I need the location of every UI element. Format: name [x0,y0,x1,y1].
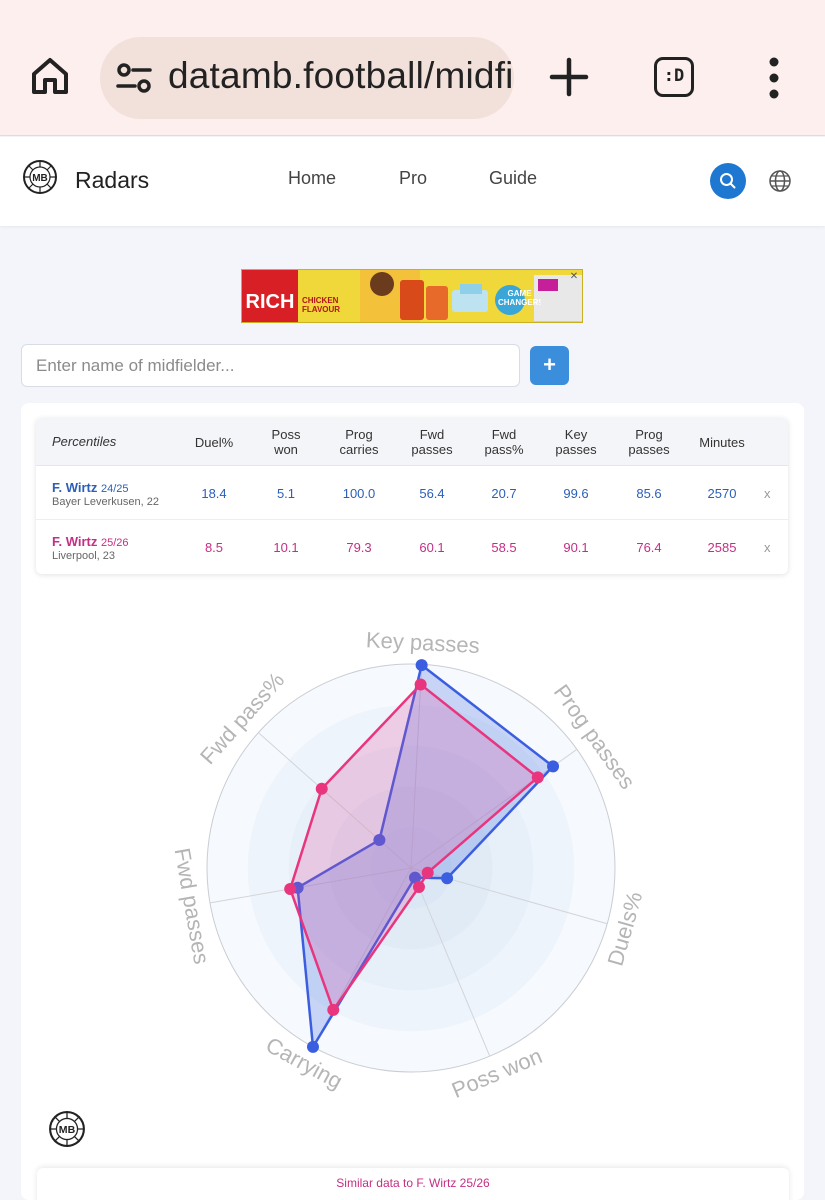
site-settings-icon[interactable] [116,61,152,95]
radar-data-point [414,678,427,691]
globe-icon[interactable] [768,169,792,193]
ad-artwork [360,270,582,322]
ad-banner[interactable]: RICH CHICKEN FLAVOUR GAME CHANGER! ✕ [241,269,583,323]
search-button[interactable] [710,163,746,199]
more-menu-icon[interactable] [764,56,784,100]
player-team: Bayer Leverkusen, 22 [52,496,160,508]
player-team: Liverpool, 23 [52,550,115,562]
radar-axis-label: Key passes [365,627,480,658]
percentiles-table: Percentiles Duel% Poss won Prog carries … [36,418,788,574]
percentiles-header: Percentiles [52,434,117,449]
cell-duel: 18.4 [201,486,227,501]
cell-poss-won: 10.1 [273,540,299,555]
radar-data-point [421,866,434,879]
remove-player-button[interactable]: x [764,467,771,520]
mb-logo-icon: MB [49,1111,85,1147]
ad-tagline: CHICKEN FLAVOUR [302,296,341,314]
player-name[interactable]: F. Wirtz 25/26 [52,534,129,549]
table-row: F. Wirtz 25/26 Liverpool, 23 8.5 10.1 79… [36,521,788,574]
table-header: Percentiles Duel% Poss won Prog carries … [36,418,788,466]
radar-data-point [327,1003,340,1016]
cell-prog-carries: 79.3 [346,540,372,555]
home-icon[interactable] [28,54,72,98]
col-duel[interactable]: Duel% [186,418,242,466]
svg-text:MB: MB [59,1124,76,1136]
ad-badge: GAME CHANGER! [498,289,542,307]
table-row: F. Wirtz 24/25 Bayer Leverkusen, 22 18.4… [36,467,788,520]
col-key-passes[interactable]: Key passes [550,418,602,466]
radar-chart: Key passesProg passesDuels%Poss wonCarry… [170,627,648,1103]
cell-fwd-pass-pct: 58.5 [491,540,517,555]
cell-fwd-pass-pct: 20.7 [491,486,517,501]
cell-prog-passes: 76.4 [636,540,662,555]
radar-data-point [284,882,297,895]
cell-key-passes: 99.6 [563,486,589,501]
cell-minutes: 2570 [707,486,737,501]
midfielder-search-input[interactable] [21,344,520,387]
address-bar[interactable]: datamb.football/midfie [100,37,514,119]
radar-data-point [441,872,454,885]
nav-pro[interactable]: Pro [399,168,427,189]
col-poss-won[interactable]: Poss won [260,418,312,466]
ad-brand: RICH [242,270,298,322]
cell-poss-won: 5.1 [276,486,296,501]
col-fwd-passes[interactable]: Fwd passes [405,418,459,466]
browser-toolbar: datamb.football/midfie :D [0,0,825,136]
add-player-button[interactable]: + [530,346,569,385]
cell-fwd-passes: 60.1 [419,540,445,555]
col-prog-passes[interactable]: Prog passes [623,418,675,466]
search-icon [720,173,736,189]
brand-title: Radars [75,167,150,193]
similar-data-panel[interactable]: Similar data to F. Wirtz 25/26 [37,1168,789,1200]
cell-duel: 8.5 [204,540,224,555]
cell-prog-carries: 100.0 [342,486,376,501]
radar-data-point [412,881,425,894]
new-tab-icon[interactable] [548,56,590,98]
nav-guide[interactable]: Guide [489,168,537,189]
tab-switcher-icon[interactable]: :D [654,57,694,97]
remove-player-button[interactable]: x [764,521,771,574]
radar-data-point [531,771,544,784]
nav-home[interactable]: Home [288,168,336,189]
player-name[interactable]: F. Wirtz 24/25 [52,480,129,495]
radar-data-point [547,760,560,773]
cell-minutes: 2585 [707,540,737,555]
cell-key-passes: 90.1 [563,540,589,555]
site-header: MB Radars Home Pro Guide [0,137,825,226]
url-text: datamb.football/midfie [168,55,514,96]
mb-logo-icon[interactable]: MB [22,159,58,195]
col-fwd-pass-pct[interactable]: Fwd pass% [480,418,528,466]
comparison-card: Percentiles Duel% Poss won Prog carries … [21,403,804,1200]
ad-close-icon[interactable]: ✕ [568,271,580,283]
col-prog-carries[interactable]: Prog carries [331,418,387,466]
cell-fwd-passes: 56.4 [419,486,445,501]
svg-text:MB: MB [32,173,48,184]
radar-data-point [415,659,428,672]
radar-data-point [315,782,328,795]
cell-prog-passes: 85.6 [636,486,662,501]
col-minutes[interactable]: Minutes [688,418,756,466]
